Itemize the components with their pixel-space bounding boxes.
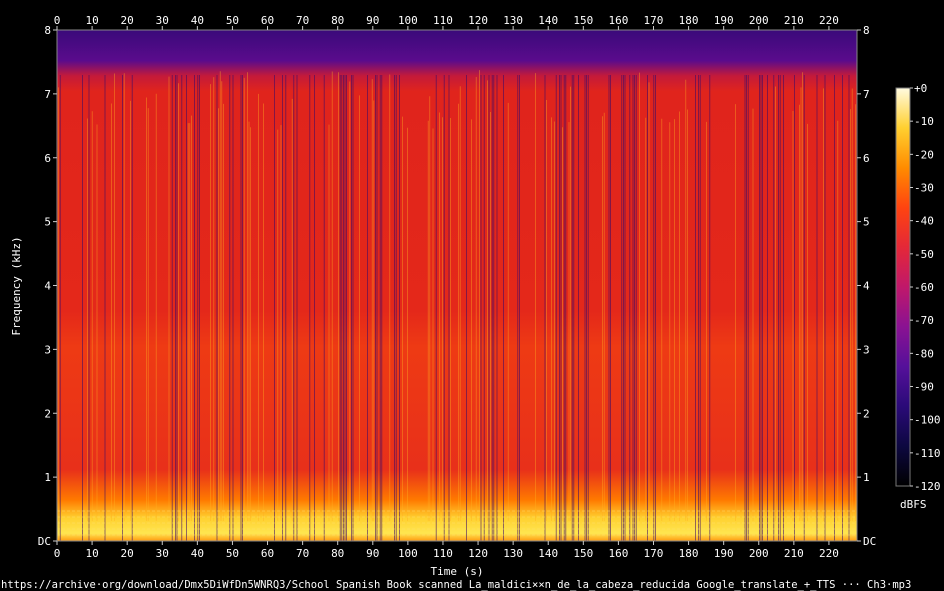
x-tick-label-top: 170 (644, 14, 664, 27)
colorbar-tick-label: -110 (914, 447, 941, 460)
x-tick-label-bottom: 20 (121, 547, 134, 560)
x-tick-label-top: 40 (191, 14, 204, 27)
x-tick-label-bottom: 30 (156, 547, 169, 560)
y-tick-label-left: 5 (44, 216, 51, 229)
colorbar-tick-label: -120 (914, 480, 941, 493)
x-axis-label: Time (s) (431, 565, 484, 578)
x-tick-label-top: 110 (433, 14, 453, 27)
x-tick-label-top: 180 (679, 14, 699, 27)
x-tick-label-bottom: 80 (331, 547, 344, 560)
y-tick-label-right: 8 (863, 24, 870, 37)
x-tick-label-top: 20 (121, 14, 134, 27)
y-axis-right: DC 1 2 3 4 5 6 7 8 (857, 24, 876, 548)
y-tick-label-right: 5 (863, 216, 870, 229)
x-tick-label-bottom: 90 (366, 547, 379, 560)
x-axis-bottom: 0 10 20 30 40 50 60 70 80 90 100 110 120 130 140 150 160… (54, 541, 839, 560)
y-tick-label-right: 7 (863, 88, 870, 101)
y-tick-label-right: 1 (863, 471, 870, 484)
x-tick-label-bottom: 200 (749, 547, 769, 560)
x-tick-label-top: 190 (714, 14, 734, 27)
y-tick-label-right: 4 (863, 280, 870, 293)
x-tick-label-top: 60 (261, 14, 274, 27)
x-tick-label-top: 140 (538, 14, 558, 27)
x-tick-label-bottom: 210 (784, 547, 804, 560)
colorbar-tick-label: -20 (914, 148, 934, 161)
x-tick-label-bottom: 220 (819, 547, 839, 560)
x-tick-label-top: 220 (819, 14, 839, 27)
colorbar-tick-label: -50 (914, 248, 934, 261)
source-url: https://archive·org/download/Dmx5DiWfDn5… (1, 579, 911, 591)
y-tick-label-right: 3 (863, 343, 870, 356)
x-tick-label-top: 10 (85, 14, 98, 27)
y-tick-label-left: 1 (44, 471, 51, 484)
colorbar-gradient (895, 87, 911, 487)
colorbar-tick-label: -30 (914, 182, 934, 195)
x-tick-label-top: 210 (784, 14, 804, 27)
x-tick-label-top: 100 (398, 14, 418, 27)
y-tick-label-right: DC (863, 535, 876, 548)
x-tick-label-bottom: 110 (433, 547, 453, 560)
colorbar-tick-label: -10 (914, 115, 934, 128)
y-tick-label-left: 8 (44, 24, 51, 37)
y-axis-left: DC 1 2 3 4 5 6 7 8 (38, 24, 57, 548)
x-tick-label-top: 0 (54, 14, 61, 27)
x-tick-label-bottom: 130 (503, 547, 523, 560)
x-tick-label-bottom: 40 (191, 547, 204, 560)
colorbar-tick-label: -40 (914, 215, 934, 228)
colorbar-tick-label: -80 (914, 347, 934, 360)
y-axis-label: Frequency (kHz) (10, 236, 23, 335)
colorbar-tick-label: +0 (914, 82, 927, 95)
x-tick-label-bottom: 60 (261, 547, 274, 560)
y-tick-label-left: 7 (44, 88, 51, 101)
x-tick-label-top: 130 (503, 14, 523, 27)
spectrogram-figure: 0 10 20 30 40 50 60 70 80 90 100 110 120 130 140 150 160… (1, 14, 941, 591)
spectrogram-plot (56, 29, 858, 542)
x-tick-label-bottom: 180 (679, 547, 699, 560)
colorbar-tick-label: -60 (914, 281, 934, 294)
y-tick-label-left: 6 (44, 152, 51, 165)
x-tick-label-bottom: 0 (54, 547, 61, 560)
colorbar-tick-label: -100 (914, 414, 941, 427)
x-tick-label-top: 160 (608, 14, 628, 27)
colorbar-tick-label: -90 (914, 381, 934, 394)
x-axis-top: 0 10 20 30 40 50 60 70 80 90 100 110 120 130 140 150 160… (54, 14, 839, 30)
x-tick-label-bottom: 50 (226, 547, 239, 560)
colorbar-label: dBFS (900, 498, 927, 511)
x-tick-label-bottom: 120 (468, 547, 488, 560)
x-tick-label-bottom: 10 (85, 547, 98, 560)
x-tick-label-top: 50 (226, 14, 239, 27)
y-tick-label-left: DC (38, 535, 51, 548)
x-tick-label-bottom: 100 (398, 547, 418, 560)
x-tick-label-bottom: 150 (573, 547, 593, 560)
colorbar-ticks: +0 -10 -20 -30 -40 -50 -60 -70 -80 -90 -100 -110 -12… (910, 82, 941, 493)
y-tick-label-right: 6 (863, 152, 870, 165)
x-tick-label-top: 90 (366, 14, 379, 27)
x-tick-label-bottom: 190 (714, 547, 734, 560)
x-tick-label-top: 70 (296, 14, 309, 27)
y-tick-label-left: 2 (44, 407, 51, 420)
x-tick-label-bottom: 170 (644, 547, 664, 560)
x-tick-label-top: 200 (749, 14, 769, 27)
x-tick-label-top: 80 (331, 14, 344, 27)
x-tick-label-bottom: 70 (296, 547, 309, 560)
x-tick-label-top: 120 (468, 14, 488, 27)
y-tick-label-right: 2 (863, 407, 870, 420)
x-tick-label-bottom: 140 (538, 547, 558, 560)
colorbar: +0 -10 -20 -30 -40 -50 -60 -70 -80 -90 -100 -110 -12… (895, 82, 941, 511)
x-tick-label-top: 30 (156, 14, 169, 27)
x-tick-label-bottom: 160 (608, 547, 628, 560)
x-tick-label-top: 150 (573, 14, 593, 27)
colorbar-tick-label: -70 (914, 314, 934, 327)
y-tick-label-left: 3 (44, 343, 51, 356)
y-tick-label-left: 4 (44, 280, 51, 293)
